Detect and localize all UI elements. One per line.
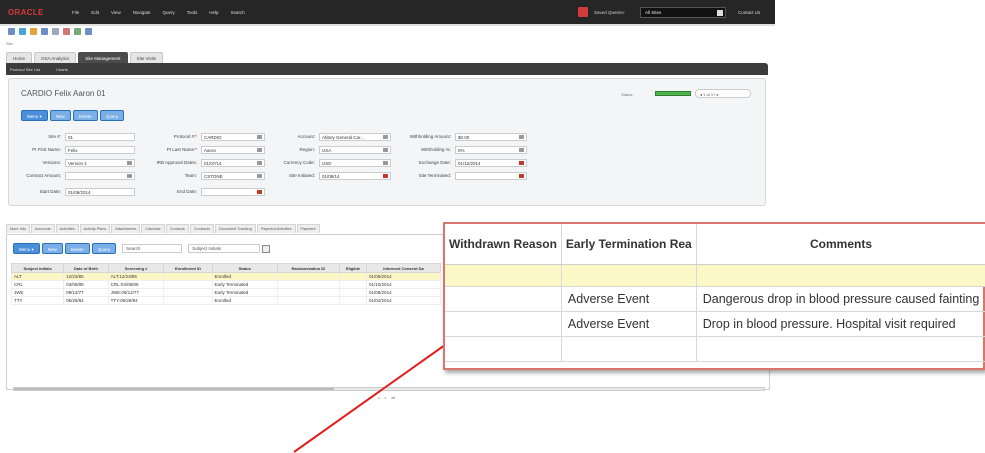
zoom-row[interactable]: Adverse Event Dangerous drop in blood pre… <box>445 286 985 312</box>
col-comments[interactable]: Comments <box>696 224 985 265</box>
zoomed-table: Withdrawn Reason Early Termination Rea C… <box>445 224 985 362</box>
callout-arrow-line <box>293 339 453 453</box>
zoom-row[interactable] <box>445 336 985 362</box>
col-early-termination-reason[interactable]: Early Termination Rea <box>561 224 697 265</box>
col-withdrawn-reason[interactable]: Withdrawn Reason <box>445 224 562 265</box>
zoomed-callout: Withdrawn Reason Early Termination Rea C… <box>443 222 985 370</box>
zoom-row[interactable]: Adverse Event Drop in blood pressure. Hos… <box>445 311 985 337</box>
zoom-row[interactable] <box>445 264 985 287</box>
zoom-header-row: Withdrawn Reason Early Termination Rea C… <box>445 224 985 265</box>
